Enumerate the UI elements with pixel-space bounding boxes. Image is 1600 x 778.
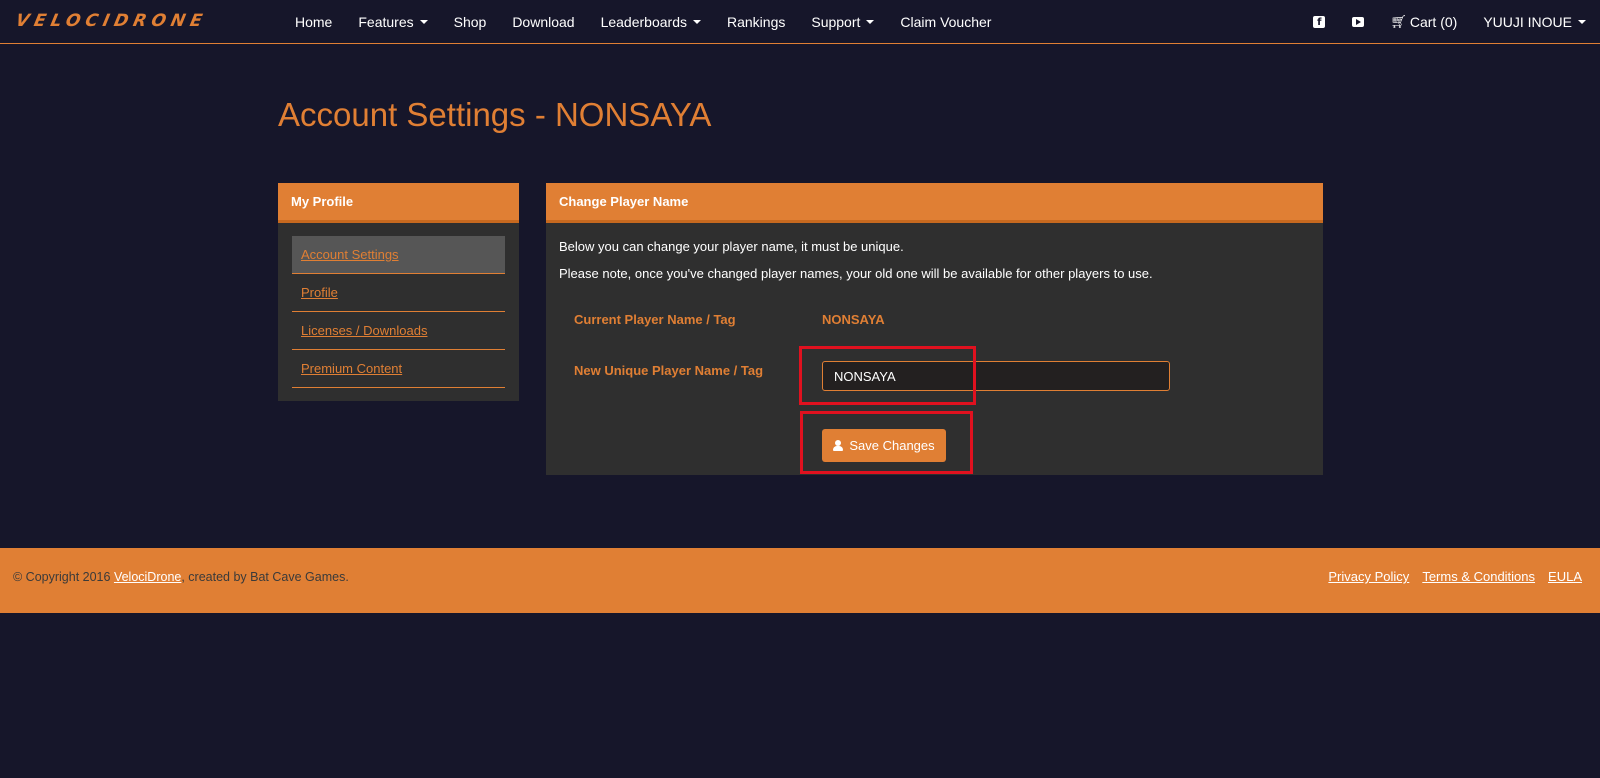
velocidrone-logo[interactable]: VELOCIDRONE	[13, 11, 262, 31]
footer-links: Privacy Policy Terms & Conditions EULA	[1328, 569, 1582, 584]
description-line-1: Below you can change your player name, i…	[559, 239, 904, 254]
youtube-link[interactable]	[1339, 0, 1377, 44]
nav-download[interactable]: Download	[499, 0, 587, 44]
save-changes-label: Save Changes	[849, 438, 935, 453]
terms-conditions-link[interactable]: Terms & Conditions	[1422, 569, 1535, 584]
page-title: Account Settings - NONSAYA	[278, 96, 712, 133]
nav-right: f 🛒︎ Cart (0) YUUJI INOUE	[1299, 0, 1600, 44]
sidebar-item-profile[interactable]: Profile	[292, 274, 505, 312]
panel-header: Change Player Name	[546, 183, 1323, 223]
chevron-down-icon	[419, 20, 428, 24]
nav-claim-voucher[interactable]: Claim Voucher	[887, 0, 1004, 44]
copyright-text: © Copyright 2016 VelociDrone, created by…	[13, 570, 349, 584]
nav-home[interactable]: Home	[282, 0, 345, 44]
nav-leaderboards-label: Leaderboards	[600, 13, 687, 30]
nav-home-label: Home	[295, 13, 333, 30]
nav-features[interactable]: Features	[345, 0, 440, 44]
sidebar-item-licenses-downloads[interactable]: Licenses / Downloads	[292, 312, 505, 350]
change-player-name-panel: Change Player Name Below you can change …	[546, 183, 1323, 475]
footer: © Copyright 2016 VelociDrone, created by…	[0, 548, 1600, 613]
top-navbar: VELOCIDRONE Home Features Shop Download …	[0, 0, 1600, 44]
chevron-down-icon	[866, 20, 875, 24]
cart-link[interactable]: 🛒︎ Cart (0)	[1377, 0, 1470, 44]
eula-link[interactable]: EULA	[1548, 569, 1582, 584]
nav-shop-label: Shop	[453, 13, 487, 30]
velocidrone-link[interactable]: VelociDrone	[114, 570, 181, 584]
current-name-value: NONSAYA	[822, 312, 885, 327]
new-player-name-input[interactable]	[822, 361, 1170, 391]
facebook-link[interactable]: f	[1299, 0, 1339, 44]
nav-download-label: Download	[512, 13, 575, 30]
nav-rankings[interactable]: Rankings	[714, 0, 798, 44]
cart-icon: 🛒︎	[1390, 14, 1407, 30]
brand-text: VELOCIDRONE	[13, 11, 209, 31]
description-line-2: Please note, once you've changed player …	[559, 266, 1153, 281]
copyright-suffix: , created by Bat Cave Games.	[181, 570, 349, 584]
facebook-icon: f	[1313, 16, 1326, 28]
nav-support[interactable]: Support	[798, 0, 887, 44]
sidebar-item-account-settings[interactable]: Account Settings	[292, 236, 505, 274]
nav-links: Home Features Shop Download Leaderboards…	[282, 0, 1004, 44]
nav-claim-voucher-label: Claim Voucher	[900, 13, 992, 30]
save-changes-button[interactable]: Save Changes	[822, 429, 946, 462]
nav-support-label: Support	[811, 13, 861, 30]
user-menu[interactable]: YUUJI INOUE	[1470, 0, 1600, 44]
youtube-icon	[1352, 17, 1365, 27]
chevron-down-icon	[1578, 20, 1586, 24]
cart-label: Cart (0)	[1409, 13, 1458, 30]
privacy-policy-link[interactable]: Privacy Policy	[1328, 569, 1409, 584]
nav-leaderboards[interactable]: Leaderboards	[588, 0, 714, 44]
copyright-prefix: © Copyright 2016	[13, 570, 111, 584]
nav-features-label: Features	[358, 13, 414, 30]
sidebar-item-premium-content[interactable]: Premium Content	[292, 350, 505, 388]
user-name: YUUJI INOUE	[1483, 13, 1572, 30]
user-icon	[833, 440, 844, 451]
sidebar-list: Account Settings Profile Licenses / Down…	[292, 236, 505, 388]
current-name-label: Current Player Name / Tag	[574, 312, 736, 327]
nav-rankings-label: Rankings	[726, 13, 786, 30]
chevron-down-icon	[692, 20, 701, 24]
new-name-label: New Unique Player Name / Tag	[574, 363, 764, 378]
sidebar-header: My Profile	[278, 183, 519, 223]
profile-sidebar: My Profile Account Settings Profile Lice…	[278, 183, 519, 401]
nav-shop[interactable]: Shop	[441, 0, 500, 44]
